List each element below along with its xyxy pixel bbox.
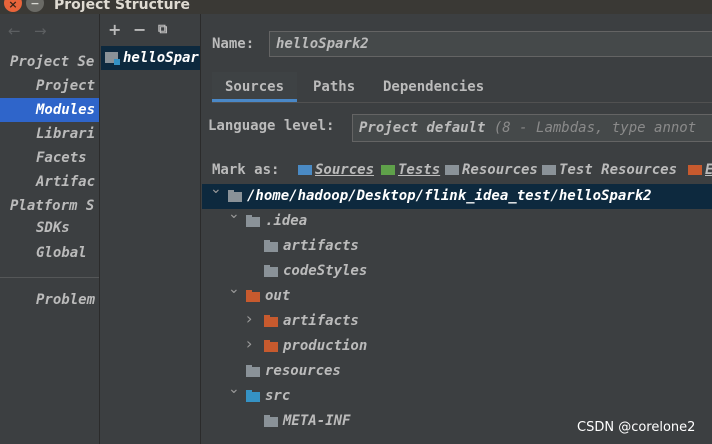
nav-item-project[interactable]: Project (0, 74, 99, 98)
sources-folder-icon (298, 165, 312, 175)
resources-folder-icon (445, 165, 459, 175)
tab-paths[interactable]: Paths (313, 72, 355, 102)
remove-module-icon[interactable]: − (133, 20, 146, 39)
module-item-label: helloSpar (123, 50, 199, 66)
tree-row[interactable]: codeStyles (202, 259, 712, 284)
name-input[interactable]: helloSpark2 (269, 31, 712, 57)
mark-test-resources-label: Test Resources (559, 162, 678, 178)
title-bar: × − Project Structure (0, 0, 712, 14)
folder-icon (264, 415, 278, 427)
tree-row-label: codeStyles (283, 263, 368, 279)
mark-test-resources-button[interactable]: Test Resources (542, 162, 677, 178)
test-resources-folder-icon (542, 165, 556, 175)
language-level-label: Language level: (208, 118, 335, 134)
back-arrow-icon[interactable]: ← (8, 22, 21, 40)
collapse-chevron-icon[interactable]: ⌄ (228, 281, 240, 297)
tree-row[interactable]: ⌄ out (202, 281, 712, 309)
tree-row-label: out (265, 288, 291, 304)
expand-chevron-icon[interactable]: › (246, 334, 252, 353)
expand-chevron-icon[interactable]: › (246, 309, 252, 328)
tab-divider (212, 102, 712, 103)
mark-excluded-button[interactable]: E (688, 162, 712, 178)
folder-icon (246, 215, 260, 227)
mark-as-label: Mark as: (212, 162, 280, 178)
tree-row[interactable]: resources (202, 359, 712, 384)
nav-item-facets[interactable]: Facets (0, 146, 99, 170)
tree-row[interactable]: › artifacts (202, 309, 712, 334)
tree-row-label: /home/hadoop/Desktop/flink_idea_test/hel… (247, 188, 652, 204)
module-editor: Name: helloSpark2 Sources Paths Dependen… (202, 14, 712, 444)
tree-row[interactable]: ⌄ src (202, 381, 712, 409)
language-level-select[interactable]: Project default (8 - Lambdas, type annot (352, 114, 712, 142)
add-module-icon[interactable]: + (108, 20, 121, 39)
platform-settings-header: Platform S (10, 198, 95, 214)
mark-tests-button[interactable]: Tests (381, 162, 440, 178)
nav-item-problems[interactable]: Problem (0, 288, 99, 312)
tests-folder-icon (381, 165, 395, 175)
mark-sources-button[interactable]: Sources (298, 162, 374, 178)
nav-item-modules[interactable]: Modules (0, 98, 99, 122)
forward-arrow-icon[interactable]: → (34, 22, 47, 40)
folder-icon (264, 265, 278, 277)
language-level-hint: (8 - Lambdas, type annot (493, 120, 697, 136)
tree-row-label: META-INF (283, 413, 351, 429)
collapse-chevron-icon[interactable]: ⌄ (228, 206, 240, 222)
tree-row-label: src (265, 388, 291, 404)
close-button[interactable]: × (4, 0, 22, 12)
nav-item-artifacts[interactable]: Artifac (0, 170, 99, 194)
excluded-folder-icon (688, 165, 702, 175)
tree-row-label: artifacts (283, 313, 359, 329)
tab-sources[interactable]: Sources (212, 72, 298, 102)
mark-sources-label: Sources (315, 162, 375, 178)
folder-icon (246, 390, 260, 402)
language-level-value: Project default (359, 120, 486, 136)
close-icon: × (8, 0, 18, 11)
folder-icon (246, 290, 260, 302)
watermark: CSDN @corelone2 (577, 420, 696, 435)
mark-excluded-label: E (705, 162, 712, 178)
folder-icon (264, 340, 278, 352)
tree-row-label: artifacts (283, 238, 359, 254)
window-title: Project Structure (54, 0, 190, 13)
tree-row-label: resources (265, 363, 341, 379)
collapse-chevron-icon[interactable]: ⌄ (210, 181, 222, 197)
mark-tests-label: Tests (398, 162, 441, 178)
copy-module-icon[interactable]: ⧉ (158, 22, 167, 37)
tree-row[interactable]: artifacts (202, 234, 712, 259)
nav-item-libraries[interactable]: Librari (0, 122, 99, 146)
nav-item-sdks[interactable]: SDKs (0, 216, 99, 240)
module-list-panel: + − ⧉ helloSpar (101, 14, 201, 444)
collapse-chevron-icon[interactable]: ⌄ (228, 381, 240, 397)
module-item-hellospark[interactable]: helloSpar (101, 46, 200, 70)
tree-row-label: .idea (265, 213, 308, 229)
tree-row[interactable]: ⌄ /home/hadoop/Desktop/flink_idea_test/he… (202, 181, 712, 209)
mark-resources-button[interactable]: Resources (445, 162, 538, 178)
tree-row[interactable]: › production (202, 334, 712, 359)
project-settings-header: Project Se (10, 54, 95, 70)
tree-row[interactable]: ⌄ .idea (202, 206, 712, 234)
tab-dependencies[interactable]: Dependencies (383, 72, 484, 102)
folder-icon (228, 190, 242, 202)
name-label: Name: (212, 36, 255, 52)
folder-icon (246, 365, 260, 377)
tree-row-label: production (283, 338, 368, 354)
nav-item-global-libraries[interactable]: Global (0, 241, 99, 265)
folder-icon (264, 240, 278, 252)
mark-resources-label: Resources (462, 162, 538, 178)
folder-icon (264, 315, 278, 327)
nav-divider (0, 277, 99, 278)
module-icon (105, 52, 120, 65)
minimize-icon: − (30, 0, 40, 10)
minimize-button[interactable]: − (26, 0, 44, 12)
settings-nav: ← → Project Se Project Modules Librari F… (0, 14, 100, 444)
